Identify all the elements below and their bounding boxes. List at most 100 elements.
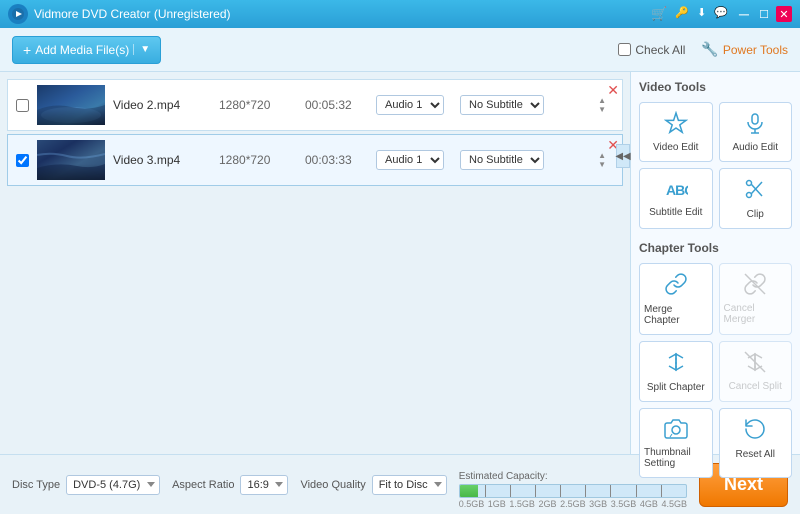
media-item-2-info: Video 3.mp4 1280*720 00:03:33 Audio 1 Au…	[113, 150, 614, 170]
cap-1.5gb: 1.5GB	[509, 499, 535, 509]
media-item-2-arrows[interactable]: ▲ ▼	[598, 151, 606, 169]
toolbar: + Add Media File(s) ▼ Check All 🔧 Power …	[0, 28, 800, 72]
video-tools-title: Video Tools	[639, 80, 792, 94]
media-item: Video 3.mp4 1280*720 00:03:33 Audio 1 Au…	[7, 134, 623, 186]
title-bar: Vidmore DVD Creator (Unregistered) 🛒 🔑 ⬇…	[0, 0, 800, 28]
cap-1gb: 1GB	[488, 499, 506, 509]
media-item-2-resolution: 1280*720	[219, 153, 289, 167]
capacity-labels: 0.5GB 1GB 1.5GB 2GB 2.5GB 3GB 3.5GB 4GB …	[459, 499, 687, 509]
thumbnail-setting-button[interactable]: Thumbnail Setting	[639, 408, 713, 478]
add-media-dropdown-arrow[interactable]: ▼	[133, 44, 150, 55]
cancel-split-label: Cancel Split	[729, 381, 782, 392]
cap-2.5gb: 2.5GB	[560, 499, 586, 509]
aspect-ratio-field: Aspect Ratio 16:9 4:3	[172, 475, 288, 495]
add-media-label: Add Media File(s)	[35, 43, 129, 57]
video-quality-field: Video Quality Fit to Disc High Medium Lo…	[300, 475, 446, 495]
cancel-split-button[interactable]: Cancel Split	[719, 341, 793, 402]
key-icon[interactable]: 🔑	[675, 6, 689, 22]
clip-label: Clip	[747, 209, 764, 220]
star-icon	[664, 111, 688, 138]
video-edit-label: Video Edit	[653, 142, 698, 153]
scissors-icon	[743, 177, 767, 205]
video-edit-button[interactable]: Video Edit	[639, 102, 713, 162]
estimated-capacity-label: Estimated Capacity:	[459, 471, 548, 482]
media-item-2-subtitle-select[interactable]: No Subtitle Subtitle	[460, 150, 544, 170]
split-icon	[664, 350, 688, 378]
aspect-ratio-select[interactable]: 16:9 4:3	[240, 475, 288, 495]
subtitle-edit-button[interactable]: ABC Subtitle Edit	[639, 168, 713, 229]
window-controls: 🛒 🔑 ⬇ 💬 ─ ☐ ✕	[651, 6, 792, 22]
media-item-1-checkbox[interactable]	[16, 99, 29, 112]
power-tools-label: Power Tools	[723, 43, 788, 57]
cap-3.5gb: 3.5GB	[611, 499, 637, 509]
capacity-marker-1.5gb	[510, 485, 511, 497]
reset-all-label: Reset All	[736, 449, 775, 460]
media-item-2-duration: 00:03:33	[305, 153, 360, 167]
media-item-1-name: Video 2.mp4	[113, 98, 203, 112]
media-list: Video 2.mp4 1280*720 00:05:32 Audio 1 Au…	[0, 72, 630, 454]
mic-icon	[743, 111, 767, 138]
disc-type-select[interactable]: DVD-5 (4.7G) DVD-9 (8.5G) BD-25 (25G)	[66, 475, 160, 495]
media-item-2-thumbnail	[37, 140, 105, 180]
check-all-label[interactable]: Check All	[618, 43, 685, 57]
capacity-marker-2.5gb	[560, 485, 561, 497]
chapter-tools-title: Chapter Tools	[639, 241, 792, 255]
abc-icon: ABC	[664, 177, 688, 203]
cap-3gb: 3GB	[589, 499, 607, 509]
capacity-marker-4gb	[636, 485, 637, 497]
media-item-1-subtitle-select[interactable]: No Subtitle Subtitle	[460, 95, 544, 115]
power-tools-icon: 🔧	[701, 41, 718, 58]
video-quality-label: Video Quality	[300, 479, 365, 491]
capacity-marker-1gb	[485, 485, 486, 497]
media-item-1-arrows[interactable]: ▲ ▼	[598, 96, 606, 114]
plus-icon: +	[23, 42, 31, 58]
app-title: Vidmore DVD Creator (Unregistered)	[34, 7, 651, 21]
capacity-marker-3.5gb	[610, 485, 611, 497]
media-item-1-info: Video 2.mp4 1280*720 00:05:32 Audio 1 Au…	[113, 95, 614, 115]
maximize-button[interactable]: ☐	[756, 6, 772, 22]
media-item-2-checkbox[interactable]	[16, 154, 29, 167]
close-button[interactable]: ✕	[776, 6, 792, 22]
audio-edit-button[interactable]: Audio Edit	[719, 102, 793, 162]
cap-2gb: 2GB	[538, 499, 556, 509]
chapter-tools-grid: Merge Chapter Cancel Merger	[639, 263, 792, 478]
clip-button[interactable]: Clip	[719, 168, 793, 229]
add-media-button[interactable]: + Add Media File(s) ▼	[12, 36, 161, 64]
download-icon[interactable]: ⬇	[697, 6, 706, 22]
minimize-button[interactable]: ─	[736, 6, 752, 22]
right-panel: Video Tools Video Edit	[630, 72, 800, 454]
media-item-2-audio-select[interactable]: Audio 1 Audio 2	[376, 150, 444, 170]
disc-type-label: Disc Type	[12, 479, 60, 491]
cap-0.5gb: 0.5GB	[459, 499, 485, 509]
audio-edit-label: Audio Edit	[732, 142, 778, 153]
check-all-text: Check All	[635, 43, 685, 57]
media-item-1-duration: 00:05:32	[305, 98, 360, 112]
capacity-marker-4.5gb	[661, 485, 662, 497]
media-item-1-thumbnail	[37, 85, 105, 125]
split-chapter-button[interactable]: Split Chapter	[639, 341, 713, 402]
cancel-merger-label: Cancel Merger	[724, 303, 788, 325]
cart-icon[interactable]: 🛒	[651, 6, 667, 22]
merge-chapter-button[interactable]: Merge Chapter	[639, 263, 713, 335]
media-item-2-name: Video 3.mp4	[113, 153, 203, 167]
media-item-1-close[interactable]: ✕	[607, 83, 619, 97]
thumbnail-setting-label: Thumbnail Setting	[644, 447, 708, 469]
power-tools-button[interactable]: 🔧 Power Tools	[701, 41, 788, 58]
capacity-section: Estimated Capacity: 0.5GB 1GB 1.5GB 2GB	[459, 471, 687, 498]
video-quality-select[interactable]: Fit to Disc High Medium Low	[372, 475, 447, 495]
capacity-marker-3gb	[585, 485, 586, 497]
media-item-1-audio-select[interactable]: Audio 1 Audio 2	[376, 95, 444, 115]
cancel-merger-button[interactable]: Cancel Merger	[719, 263, 793, 335]
reset-all-button[interactable]: Reset All	[719, 408, 793, 478]
media-item-1-resolution: 1280*720	[219, 98, 289, 112]
cancel-split-icon	[743, 350, 767, 377]
panel-collapse-button[interactable]: ◀◀	[616, 144, 630, 168]
cap-4gb: 4GB	[640, 499, 658, 509]
capacity-bar: 0.5GB 1GB 1.5GB 2GB 2.5GB 3GB 3.5GB 4GB …	[459, 484, 687, 498]
svg-text:ABC: ABC	[666, 182, 688, 198]
check-all-checkbox[interactable]	[618, 43, 631, 56]
support-icon[interactable]: 💬	[714, 6, 728, 22]
media-item: Video 2.mp4 1280*720 00:05:32 Audio 1 Au…	[7, 79, 623, 131]
camera-icon	[664, 417, 688, 443]
disc-type-field: Disc Type DVD-5 (4.7G) DVD-9 (8.5G) BD-2…	[12, 475, 160, 495]
